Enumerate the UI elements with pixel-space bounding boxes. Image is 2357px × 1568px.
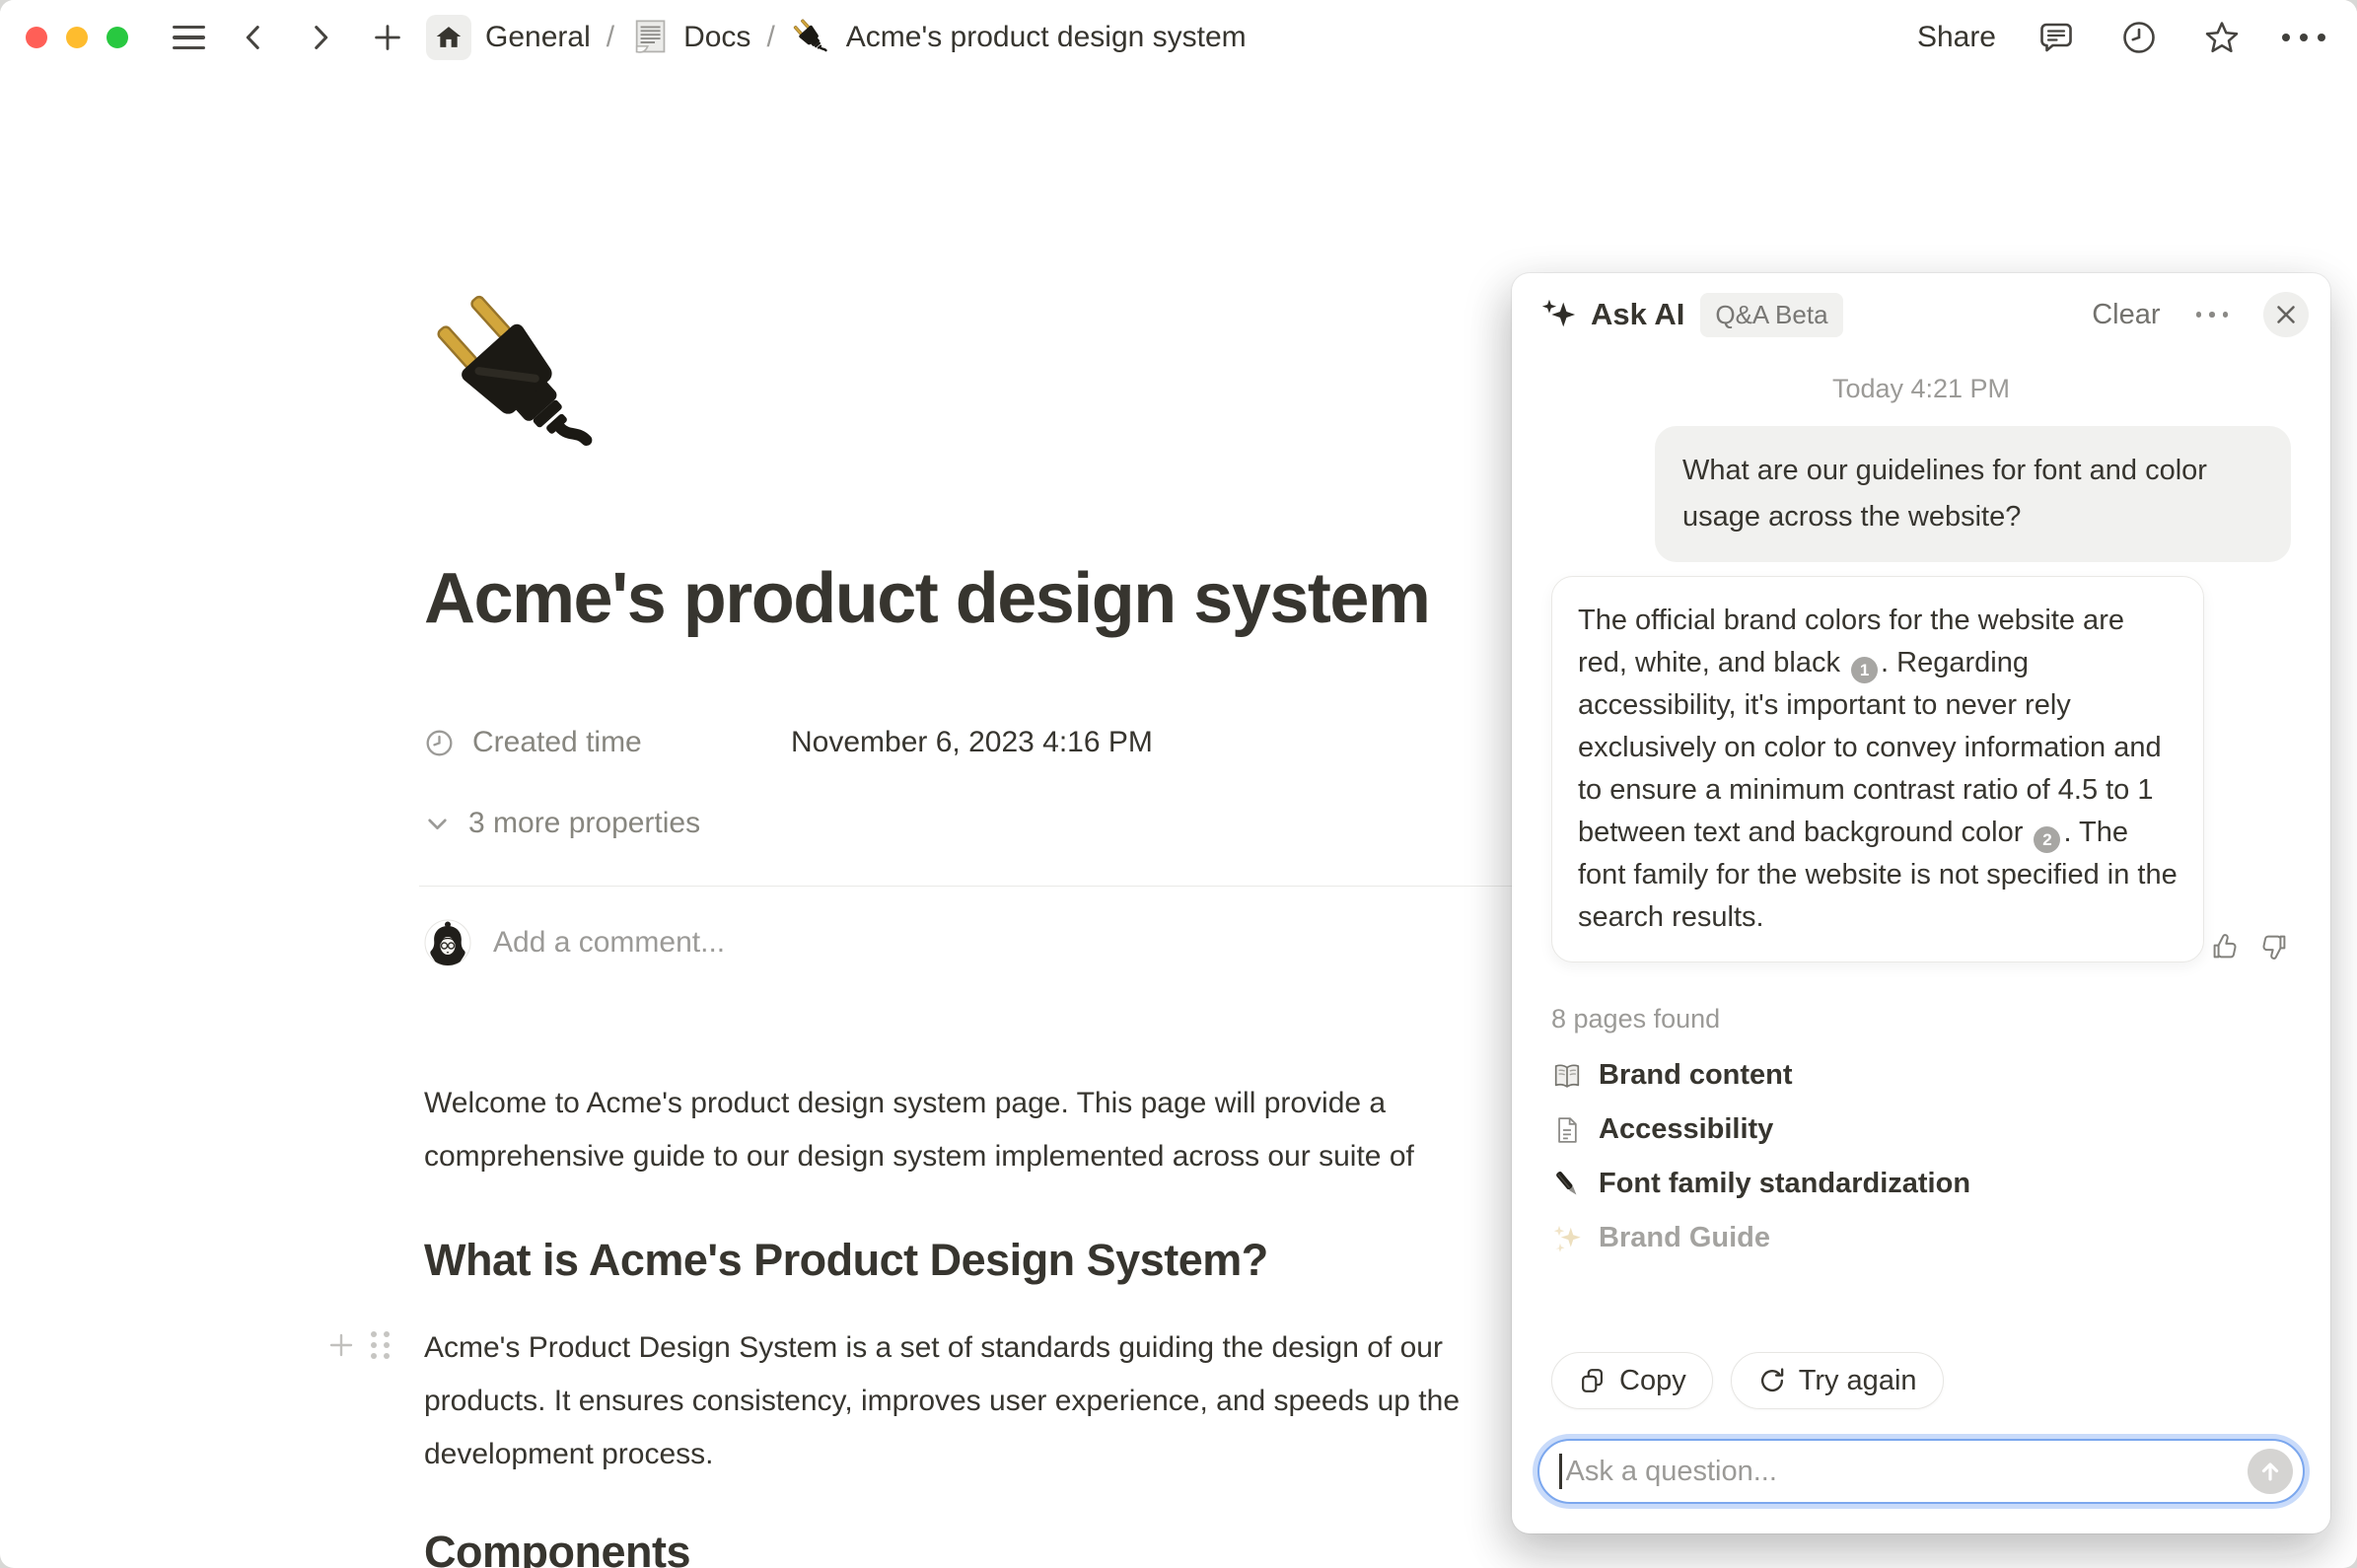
traffic-lights [26, 27, 128, 48]
clear-button[interactable]: Clear [2092, 299, 2160, 331]
breadcrumb-item-current-page[interactable]: Acme's product design system [846, 21, 1247, 54]
chevron-down-icon [424, 811, 451, 837]
qa-beta-badge: Q&A Beta [1700, 293, 1842, 337]
book-icon [1551, 1060, 1583, 1092]
ask-ai-header: Ask AI Q&A Beta Clear [1512, 273, 2330, 356]
breadcrumb: General / Docs / [426, 15, 1247, 60]
citation-2[interactable]: 2 [2034, 826, 2060, 853]
panel-more-options-icon[interactable] [2190, 306, 2235, 323]
sparkles-icon [1551, 1223, 1583, 1254]
chat-thread: Today 4:21 PM What are our guidelines fo… [1512, 374, 2330, 1265]
close-panel-button[interactable] [2263, 292, 2309, 337]
home-icon[interactable] [426, 15, 471, 60]
page-title[interactable]: Acme's product design system [424, 558, 1429, 639]
section-heading-components[interactable]: Components [424, 1527, 690, 1568]
ask-ai-footer: Copy Try again [1537, 1352, 2305, 1504]
source-page-list: Brand content Accessibility [1551, 1048, 2291, 1265]
favorite-star-icon[interactable] [2199, 15, 2245, 60]
docs-page-icon [630, 18, 670, 57]
drag-handle-icon[interactable] [371, 1331, 390, 1359]
thumbs-down-icon[interactable] [2257, 930, 2291, 968]
clock-icon [424, 728, 455, 758]
pages-found-label: 8 pages found [1551, 1004, 2291, 1034]
source-page-accessibility[interactable]: Accessibility [1551, 1103, 2291, 1157]
block-controls [327, 1331, 390, 1359]
page-plug-icon[interactable] [424, 284, 616, 476]
toolbar: General / Docs / [0, 0, 2357, 75]
citation-1[interactable]: 1 [1851, 657, 1878, 683]
pen-icon [1551, 1169, 1583, 1200]
ai-answer-bubble: The official brand colors for the websit… [1551, 576, 2204, 962]
breadcrumb-item-general[interactable]: General [485, 21, 591, 54]
created-time-property[interactable]: Created time [424, 726, 791, 759]
app-window: General / Docs / [0, 0, 2357, 1568]
ask-ai-title: Ask AI [1591, 297, 1684, 332]
ask-question-box [1537, 1439, 2305, 1504]
arrow-up-icon [2256, 1458, 2284, 1485]
try-again-button[interactable]: Try again [1731, 1352, 1944, 1409]
ai-sparkle-icon [1539, 296, 1577, 333]
created-time-value[interactable]: November 6, 2023 4:16 PM [791, 726, 1153, 759]
section1-paragraph[interactable]: Acme's Product Design System is a set of… [424, 1321, 1460, 1481]
add-block-icon[interactable] [327, 1331, 355, 1359]
comment-composer[interactable]: Add a comment... [424, 919, 725, 966]
share-button[interactable]: Share [1917, 21, 1996, 54]
sidebar-toggle-icon[interactable] [173, 26, 205, 49]
intro-paragraph[interactable]: Welcome to Acme's product design system … [424, 1077, 1414, 1183]
breadcrumb-item-docs[interactable]: Docs [683, 21, 750, 54]
minimize-window-button[interactable] [66, 27, 88, 48]
breadcrumb-separator: / [766, 21, 774, 54]
section-heading-what-is[interactable]: What is Acme's Product Design System? [424, 1235, 1268, 1286]
user-question-bubble: What are our guidelines for font and col… [1655, 426, 2291, 562]
ask-question-input[interactable] [1566, 1456, 2235, 1488]
more-properties-toggle[interactable]: 3 more properties [424, 807, 700, 840]
ask-ai-panel: Ask AI Q&A Beta Clear Today 4:21 PM What… [1512, 273, 2330, 1533]
breadcrumb-separator: / [607, 21, 614, 54]
new-page-button[interactable] [365, 15, 410, 60]
avatar [424, 919, 471, 966]
text-caret [1559, 1454, 1562, 1489]
send-button[interactable] [2248, 1449, 2293, 1494]
comments-icon[interactable] [2034, 15, 2079, 60]
copy-icon [1578, 1366, 1607, 1395]
forward-button[interactable] [298, 15, 343, 60]
zoom-window-button[interactable] [107, 27, 128, 48]
add-comment-placeholder[interactable]: Add a comment... [493, 926, 725, 960]
plug-icon [791, 17, 832, 58]
source-page-font-family[interactable]: Font family standardization [1551, 1157, 2291, 1211]
close-window-button[interactable] [26, 27, 47, 48]
source-page-brand-content[interactable]: Brand content [1551, 1048, 2291, 1103]
chat-timestamp: Today 4:21 PM [1551, 374, 2291, 404]
thumbs-up-icon[interactable] [2208, 930, 2242, 968]
more-options-icon[interactable] [2282, 34, 2325, 41]
close-icon [2275, 304, 2297, 325]
property-created-time: Created time November 6, 2023 4:16 PM [424, 726, 1153, 759]
back-button[interactable] [231, 15, 276, 60]
document-icon [1551, 1115, 1583, 1145]
updates-clock-icon[interactable] [2116, 15, 2162, 60]
source-page-brand-guide[interactable]: Brand Guide [1551, 1211, 2291, 1265]
copy-button[interactable]: Copy [1551, 1352, 1713, 1409]
retry-icon [1757, 1366, 1787, 1395]
